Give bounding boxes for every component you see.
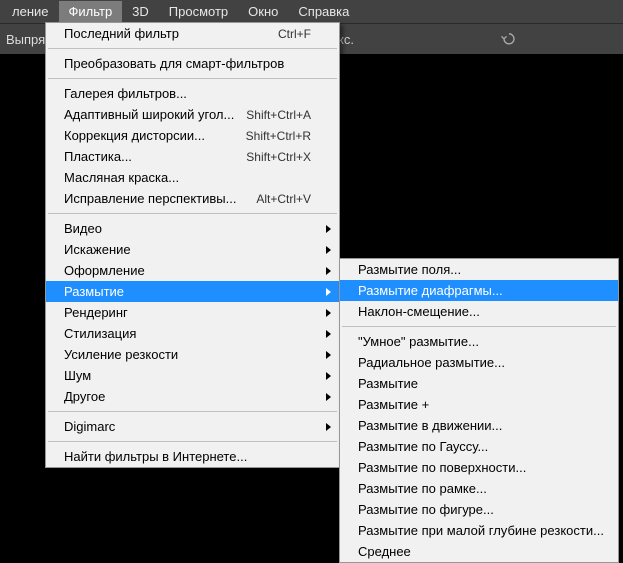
menu-item-accelerator: Shift+Ctrl+X — [246, 150, 311, 164]
menu-item-label: Размытие в движении... — [358, 418, 590, 433]
menu-item[interactable]: Исправление перспективы...Alt+Ctrl+V — [46, 188, 339, 209]
menubar-item[interactable]: ление — [2, 1, 59, 22]
blur-submenu: Размытие поля... Размытие диафрагмы... Нак… — [339, 258, 619, 563]
menu-item[interactable]: Размытие диафрагмы... — [340, 280, 618, 301]
menubar: лениеФильтр3DПросмотрОкноСправка — [0, 0, 623, 23]
menu-item[interactable]: Преобразовать для смарт-фильтров — [46, 53, 339, 74]
menu-item-accelerator: Alt+Ctrl+V — [256, 192, 311, 206]
menu-item[interactable]: Шум — [46, 365, 339, 386]
menu-item[interactable]: Размытие по Гауссу... — [340, 436, 618, 457]
menubar-item[interactable]: Справка — [288, 1, 359, 22]
menu-item[interactable]: Размытие в движении... — [340, 415, 618, 436]
menu-item[interactable]: Размытие — [340, 373, 618, 394]
menu-item-label: Размытие диафрагмы... — [358, 283, 590, 298]
menu-item[interactable]: Галерея фильтров... — [46, 83, 339, 104]
chevron-right-icon — [326, 372, 331, 380]
menu-item[interactable]: Радиальное размытие... — [340, 352, 618, 373]
menu-item[interactable]: Рендеринг — [46, 302, 339, 323]
menu-item[interactable]: Размытие поля... — [340, 259, 618, 280]
menubar-item[interactable]: Фильтр — [59, 1, 123, 22]
menu-item-label: Digimarc — [64, 419, 311, 434]
menu-item-label: Найти фильтры в Интернете... — [64, 449, 311, 464]
menu-item[interactable]: Digimarc — [46, 416, 339, 437]
menu-item-label: Коррекция дисторсии... — [64, 128, 246, 143]
menu-separator — [48, 48, 337, 49]
chevron-right-icon — [326, 288, 331, 296]
toolbar-straighten-label: Выпрями — [0, 32, 48, 47]
menu-item-label: Последний фильтр — [64, 26, 278, 41]
menu-item[interactable]: Размытие при малой глубине резкости... — [340, 520, 618, 541]
menu-item[interactable]: Стилизация — [46, 323, 339, 344]
menu-item-label: Размытие по Гауссу... — [358, 439, 590, 454]
menu-item-label: Размытие по рамке... — [358, 481, 590, 496]
toolbar-mode-label: кс. — [338, 32, 354, 47]
menu-item[interactable]: "Умное" размытие... — [340, 331, 618, 352]
menu-item-label: Размытие — [358, 376, 590, 391]
menu-item-label: Преобразовать для смарт-фильтров — [64, 56, 311, 71]
menu-item-accelerator: Shift+Ctrl+R — [246, 129, 311, 143]
menu-item[interactable]: Видео — [46, 218, 339, 239]
chevron-right-icon — [326, 393, 331, 401]
menu-item-label: "Умное" размытие... — [358, 334, 590, 349]
menu-item[interactable]: Другое — [46, 386, 339, 407]
menu-item[interactable]: Размытие — [46, 281, 339, 302]
menu-item-label: Рендеринг — [64, 305, 311, 320]
menu-item-label: Размытие по фигуре... — [358, 502, 590, 517]
chevron-right-icon — [326, 246, 331, 254]
menu-item-label: Оформление — [64, 263, 311, 278]
menu-item-label: Радиальное размытие... — [358, 355, 590, 370]
menu-item[interactable]: Размытие по фигуре... — [340, 499, 618, 520]
menu-separator — [48, 441, 337, 442]
chevron-right-icon — [326, 351, 331, 359]
menu-item[interactable]: Найти фильтры в Интернете... — [46, 446, 339, 467]
menu-item[interactable]: Масляная краска... — [46, 167, 339, 188]
menu-item-label: Среднее — [358, 544, 590, 559]
menu-item-label: Галерея фильтров... — [64, 86, 311, 101]
menu-item-label: Исправление перспективы... — [64, 191, 256, 206]
filter-menu: Последний фильтрCtrl+F Преобразовать для … — [45, 22, 340, 468]
menu-separator — [342, 326, 616, 327]
menu-item[interactable]: Среднее — [340, 541, 618, 562]
menu-item[interactable]: Оформление — [46, 260, 339, 281]
menu-item-label: Масляная краска... — [64, 170, 311, 185]
menubar-item[interactable]: 3D — [122, 1, 159, 22]
chevron-right-icon — [326, 330, 331, 338]
menu-item-accelerator: Shift+Ctrl+A — [246, 108, 311, 122]
menu-item[interactable]: Искажение — [46, 239, 339, 260]
chevron-right-icon — [326, 423, 331, 431]
menu-item-label: Размытие поля... — [358, 262, 590, 277]
menu-item-label: Шум — [64, 368, 311, 383]
menu-item-label: Размытие по поверхности... — [358, 460, 590, 475]
menu-item-label: Размытие при малой глубине резкости... — [358, 523, 604, 538]
menu-item-label: Другое — [64, 389, 311, 404]
menu-item-label: Видео — [64, 221, 311, 236]
menu-item-label: Искажение — [64, 242, 311, 257]
menu-item-label: Стилизация — [64, 326, 311, 341]
menu-item[interactable]: Наклон-смещение... — [340, 301, 618, 322]
chevron-right-icon — [326, 225, 331, 233]
menu-item[interactable]: Размытие + — [340, 394, 618, 415]
menu-item-label: Наклон-смещение... — [358, 304, 590, 319]
menu-item[interactable]: Пластика...Shift+Ctrl+X — [46, 146, 339, 167]
menubar-item[interactable]: Просмотр — [159, 1, 238, 22]
chevron-right-icon — [326, 267, 331, 275]
menu-item[interactable]: Адаптивный широкий угол...Shift+Ctrl+A — [46, 104, 339, 125]
menu-item-label: Пластика... — [64, 149, 246, 164]
menu-separator — [48, 411, 337, 412]
menu-item[interactable]: Размытие по рамке... — [340, 478, 618, 499]
menu-item[interactable]: Усиление резкости — [46, 344, 339, 365]
menu-item-label: Усиление резкости — [64, 347, 311, 362]
menu-item-accelerator: Ctrl+F — [278, 27, 311, 41]
menu-item[interactable]: Коррекция дисторсии...Shift+Ctrl+R — [46, 125, 339, 146]
menu-item-label: Размытие — [64, 284, 311, 299]
chevron-right-icon — [326, 309, 331, 317]
menu-item[interactable]: Последний фильтрCtrl+F — [46, 23, 339, 44]
menu-item-label: Размытие + — [358, 397, 590, 412]
menu-separator — [48, 213, 337, 214]
menu-separator — [48, 78, 337, 79]
menu-item-label: Адаптивный широкий угол... — [64, 107, 246, 122]
undo-icon[interactable] — [499, 31, 519, 48]
menubar-item[interactable]: Окно — [238, 1, 288, 22]
menu-item[interactable]: Размытие по поверхности... — [340, 457, 618, 478]
